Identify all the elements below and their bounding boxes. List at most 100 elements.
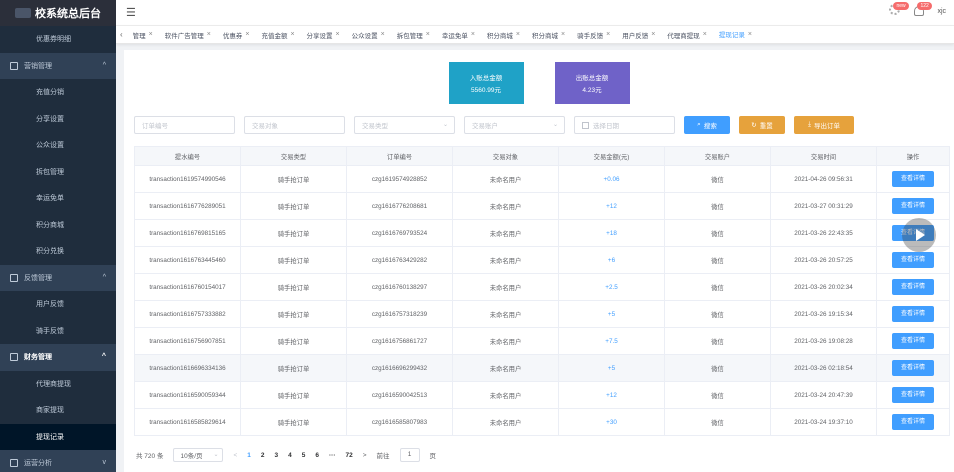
order-number-input[interactable]: 订单编号	[134, 116, 235, 134]
transaction-target-input[interactable]: 交易对象	[244, 116, 345, 134]
logo-title: 校系统总后台	[35, 8, 101, 20]
transaction-type-select[interactable]: 交易类型 ⌄	[354, 116, 455, 134]
page-size-select[interactable]: 10条/页 ⌄	[173, 448, 224, 462]
table-cell: 骑手抢订单	[240, 273, 347, 301]
sidebar-group[interactable]: 反馈管理 ^	[0, 264, 116, 291]
close-icon[interactable]: ×	[245, 31, 249, 38]
tab-item[interactable]: 幸运免单 ×	[436, 26, 481, 43]
tab-item[interactable]: 代理商提现 ×	[661, 26, 713, 43]
view-details-button[interactable]: 查看详情	[892, 333, 934, 349]
logo: 校系统总后台	[0, 0, 116, 26]
tab-item[interactable]: 分享设置 ×	[301, 26, 346, 43]
table-cell: czg1619574928852	[346, 165, 453, 193]
table-cell: 骑手抢订单	[240, 192, 347, 220]
view-details-button[interactable]: 查看详情	[892, 414, 934, 430]
goto-page-input[interactable]: 1	[399, 448, 420, 462]
sidebar-item-label: 拆包管理	[36, 168, 64, 176]
chevron-up-icon: ^	[101, 353, 106, 360]
table-cell: czg1616585807983	[346, 408, 453, 436]
close-icon[interactable]: ×	[606, 31, 610, 38]
tab-item[interactable]: 积分商城 ×	[481, 26, 526, 43]
table-cell: 微信	[664, 165, 771, 193]
tab-item[interactable]: 积分商城 ×	[526, 26, 571, 43]
next-page-button[interactable]: >	[363, 452, 367, 459]
sidebar-item-label: 优惠券明细	[36, 36, 71, 44]
view-details-button[interactable]: 查看详情	[892, 198, 934, 214]
close-icon[interactable]: ×	[336, 31, 340, 38]
hamburger-icon[interactable]: ☰	[126, 6, 136, 19]
sidebar-item[interactable]: 用户反馈	[0, 291, 116, 318]
page-number[interactable]: 4	[288, 452, 292, 459]
search-button-label: 搜索	[703, 123, 717, 130]
view-details-button[interactable]: 查看详情	[892, 171, 934, 187]
sidebar-item[interactable]: 积分商城	[0, 211, 116, 238]
view-details-button[interactable]: 查看详情	[892, 252, 934, 268]
sidebar-group[interactable]: 运营分析 v	[0, 450, 116, 472]
close-icon[interactable]: ×	[426, 31, 430, 38]
export-orders-button[interactable]: ⤓ 导出订单	[794, 116, 854, 134]
page-number[interactable]: 72	[346, 452, 353, 459]
close-icon[interactable]: ×	[703, 31, 707, 38]
sidebar-item[interactable]: 充值分销	[0, 79, 116, 106]
close-icon[interactable]: ×	[651, 31, 655, 38]
tab-label: 用户反馈	[622, 32, 649, 40]
sidebar-item[interactable]: 幸运免单	[0, 185, 116, 212]
sidebar-group[interactable]: 财务管理 ^	[0, 344, 116, 371]
close-icon[interactable]: ×	[290, 31, 294, 38]
tab-item[interactable]: 公众设置 ×	[346, 26, 391, 43]
sidebar-item[interactable]: 分享设置	[0, 105, 116, 132]
view-details-button[interactable]: 查看详情	[892, 279, 934, 295]
settings-button[interactable]: new	[889, 2, 909, 18]
close-icon[interactable]: ×	[748, 31, 752, 38]
sidebar-group[interactable]: 营销管理 ^	[0, 52, 116, 79]
page-number[interactable]: 3	[275, 452, 279, 459]
view-details-button[interactable]: 查看详情	[892, 360, 934, 376]
page-number[interactable]: ···	[329, 452, 336, 459]
floating-next-button[interactable]	[902, 218, 936, 252]
page-number[interactable]: 6	[315, 452, 319, 459]
tab-item[interactable]: 提现记录 ×	[712, 26, 758, 43]
prev-page-button[interactable]: <	[233, 452, 237, 459]
table-cell: 未命名用户	[452, 165, 559, 193]
withdraw-total-value: 4.23元	[582, 87, 602, 94]
close-icon[interactable]: ×	[149, 31, 153, 38]
tabs-scroll-left-icon[interactable]: ‹	[116, 30, 127, 39]
view-details-button[interactable]: 查看详情	[892, 387, 934, 403]
search-button[interactable]: ⌕ 搜索	[684, 116, 730, 134]
user-name[interactable]: xjc	[937, 8, 946, 15]
transaction-account-select[interactable]: 交易账户 ⌄	[464, 116, 565, 134]
sidebar-item[interactable]: 商家提现	[0, 397, 116, 424]
reset-button[interactable]: ↻ 重置	[739, 116, 785, 134]
tab-item[interactable]: 优惠券 ×	[217, 26, 256, 43]
tab-label: 提现记录	[718, 32, 745, 39]
sidebar-item[interactable]: 公众设置	[0, 132, 116, 159]
tab-item[interactable]: 充值金额 ×	[255, 26, 300, 43]
date-picker[interactable]: 选择日期	[574, 116, 675, 134]
sidebar-item[interactable]: 拆包管理	[0, 158, 116, 185]
sidebar-item[interactable]: 提现记录	[0, 423, 116, 450]
close-icon[interactable]: ×	[471, 31, 475, 38]
sidebar-item-label: 财务管理	[24, 354, 52, 362]
tab-item[interactable]: 骑手反馈 ×	[571, 26, 616, 43]
table-row: transaction1616696334136 骑手抢订单 czg16166962…	[134, 354, 950, 382]
sidebar-item[interactable]: 积分兑换	[0, 238, 116, 265]
notification-button[interactable]: 122	[913, 2, 932, 18]
page-number[interactable]: 5	[302, 452, 306, 459]
tab-item[interactable]: 管理 ×	[127, 26, 159, 43]
tab-item[interactable]: 软件广告管理 ×	[159, 26, 217, 43]
page-number[interactable]: 1	[247, 452, 251, 459]
page-number[interactable]: 2	[261, 452, 265, 459]
sidebar-item[interactable]: 优惠券明细	[0, 26, 116, 53]
close-icon[interactable]: ×	[516, 31, 520, 38]
tab-item[interactable]: 拆包管理 ×	[391, 26, 436, 43]
close-icon[interactable]: ×	[561, 31, 565, 38]
sidebar-item[interactable]: 骑手反馈	[0, 317, 116, 344]
tab-item[interactable]: 用户反馈 ×	[616, 26, 661, 43]
close-icon[interactable]: ×	[207, 31, 211, 38]
table-row: transaction1616756907851 骑手抢订单 czg16167568…	[134, 327, 950, 355]
view-details-button[interactable]: 查看详情	[892, 306, 934, 322]
table-cell: 未命名用户	[452, 246, 559, 274]
close-icon[interactable]: ×	[381, 31, 385, 38]
sidebar-item[interactable]: 代理商提现	[0, 370, 116, 397]
sidebar-item-label: 运营分析	[24, 460, 52, 468]
